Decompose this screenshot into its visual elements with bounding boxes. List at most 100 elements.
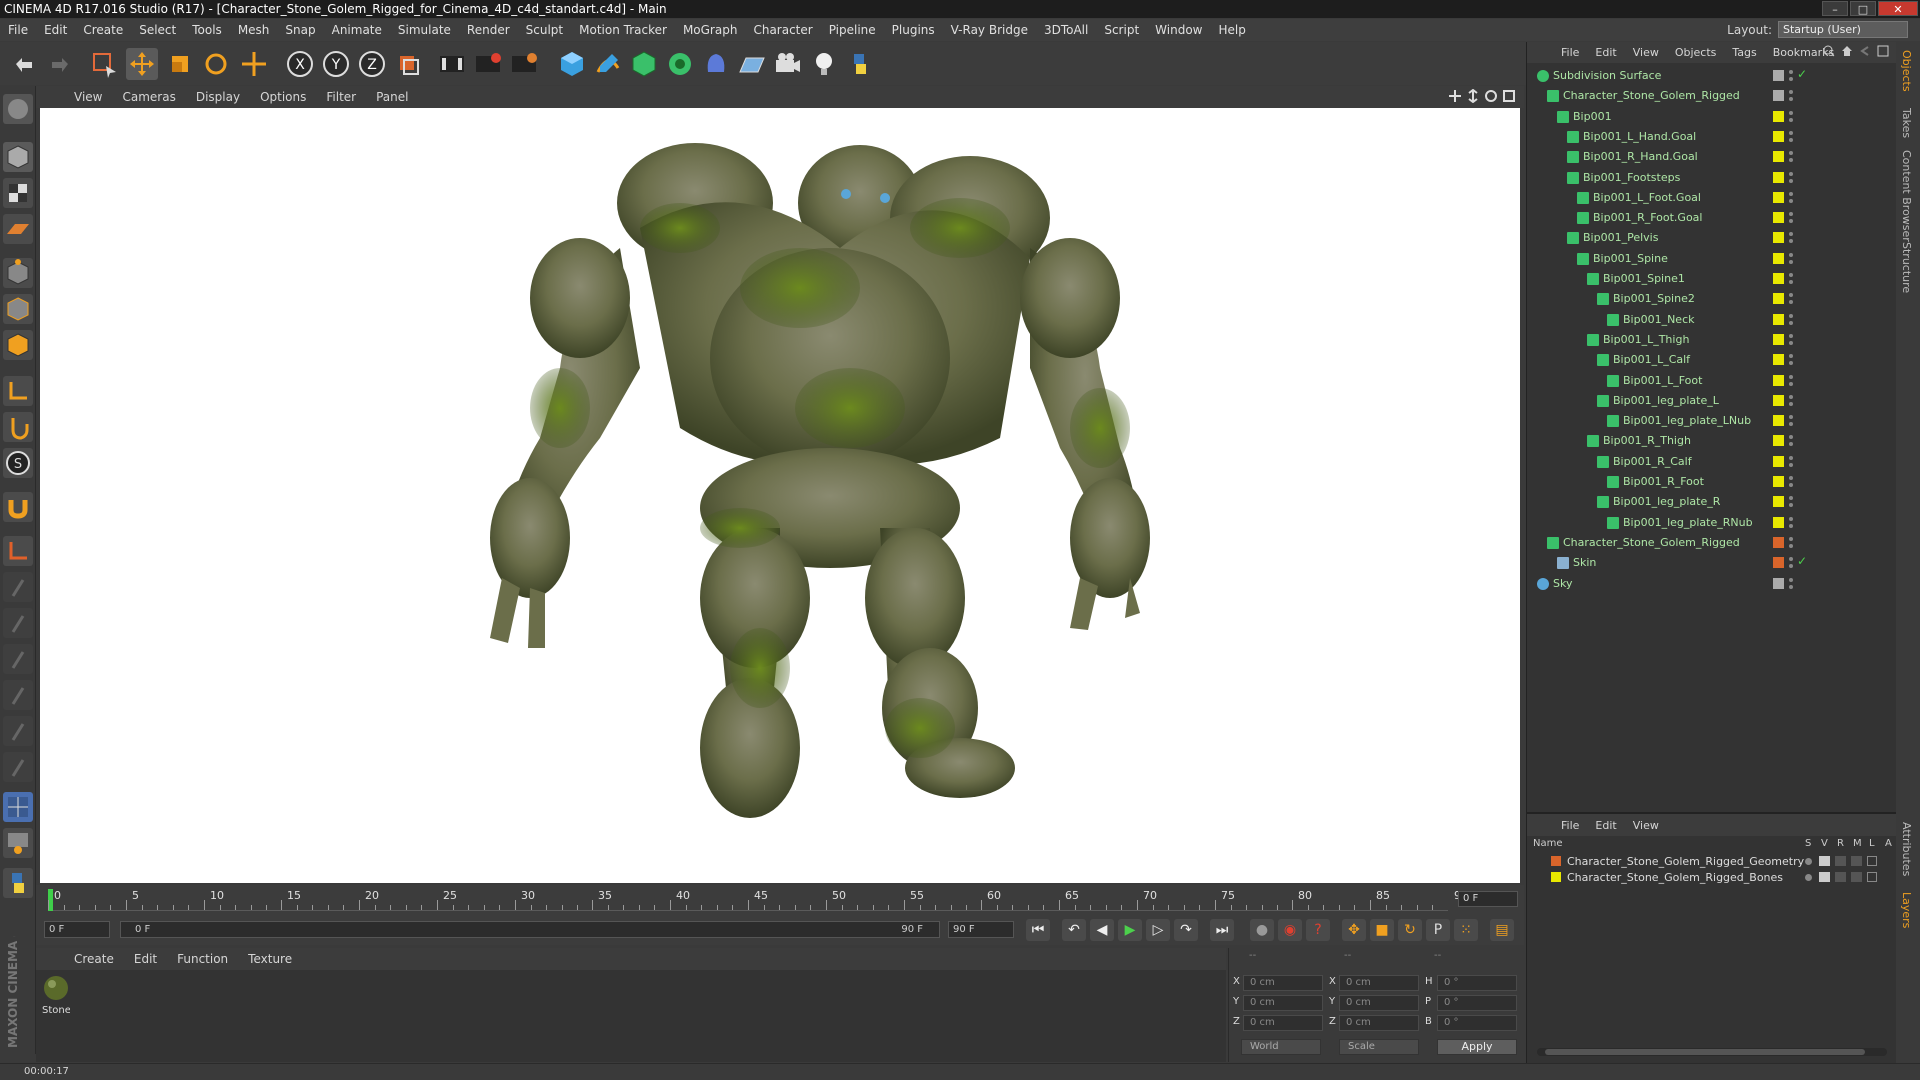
menu-edit[interactable]: Edit: [36, 19, 75, 41]
layer-color-swatch[interactable]: [1773, 212, 1784, 224]
viewport-zoom-icon[interactable]: [1466, 89, 1480, 103]
solo-toggle-icon[interactable]: [1805, 874, 1812, 881]
menu-render[interactable]: Render: [459, 19, 518, 41]
menu-file[interactable]: File: [0, 19, 36, 41]
viewport-menu-options[interactable]: Options: [250, 90, 316, 104]
move-tool-icon[interactable]: [126, 48, 158, 80]
pos-z-field[interactable]: 0 cm: [1243, 1015, 1323, 1031]
python-icon[interactable]: [844, 48, 876, 80]
rot-b-field[interactable]: 0 °: [1437, 1015, 1517, 1031]
light-icon[interactable]: [808, 48, 840, 80]
key-pla-icon[interactable]: ⁙: [1454, 919, 1478, 941]
object-row[interactable]: Bip001_R_Foot.Goal: [1527, 208, 1897, 228]
editor-visibility-dot[interactable]: [1789, 577, 1793, 582]
om-menu-view[interactable]: View: [1625, 46, 1667, 59]
editor-visibility-dot[interactable]: [1789, 435, 1793, 440]
scale-tool-icon[interactable]: [164, 48, 196, 80]
tweak-mode-icon[interactable]: [3, 412, 33, 442]
editor-visibility-dot[interactable]: [1789, 496, 1793, 501]
editor-visibility-dot[interactable]: [1789, 151, 1793, 156]
make-editable-icon[interactable]: [3, 94, 33, 124]
menu-help[interactable]: Help: [1210, 19, 1253, 41]
editor-visibility-dot[interactable]: [1789, 273, 1793, 277]
layer-color-swatch[interactable]: [1773, 171, 1784, 183]
size-z-field[interactable]: 0 cm: [1339, 1015, 1419, 1031]
menu-create[interactable]: Create: [75, 19, 131, 41]
sculpt-inflate-icon[interactable]: [3, 716, 33, 746]
menu-plugins[interactable]: Plugins: [884, 19, 943, 41]
render-visibility-dot[interactable]: [1789, 503, 1793, 508]
deformer-icon[interactable]: [700, 48, 732, 80]
go-to-start-icon[interactable]: ⏮: [1026, 919, 1050, 941]
enabled-check-icon[interactable]: ✓: [1797, 67, 1807, 81]
object-row[interactable]: Bip001_Footsteps: [1527, 168, 1897, 188]
manager-toggle-icon[interactable]: [1851, 856, 1862, 866]
material-menu-texture[interactable]: Texture: [238, 952, 302, 966]
axis-mode-icon[interactable]: [3, 376, 33, 406]
object-row[interactable]: Skin ✓: [1527, 553, 1897, 573]
viewport-maximize-icon[interactable]: [1502, 89, 1516, 103]
enabled-check-icon[interactable]: ✓: [1797, 554, 1807, 568]
timeline-window-icon[interactable]: ▤: [1490, 919, 1514, 941]
render-visibility-dot[interactable]: [1789, 564, 1793, 569]
sculpt-grab-icon[interactable]: [3, 572, 33, 602]
texture-mode-icon[interactable]: [3, 178, 33, 208]
object-row[interactable]: Bip001_L_Foot: [1527, 371, 1897, 391]
viewport-menu-view[interactable]: View: [64, 90, 112, 104]
render-visibility-dot[interactable]: [1789, 219, 1793, 224]
material-menu-create[interactable]: Create: [64, 952, 124, 966]
menu-select[interactable]: Select: [131, 19, 184, 41]
object-row[interactable]: Bip001_leg_plate_RNub: [1527, 513, 1897, 533]
viewport-menu-display[interactable]: Display: [186, 90, 250, 104]
object-row[interactable]: Bip001_L_Calf: [1527, 350, 1897, 370]
back-icon[interactable]: [1859, 45, 1871, 57]
3d-viewport[interactable]: [40, 108, 1520, 883]
new-window-icon[interactable]: [1877, 45, 1889, 57]
editor-visibility-dot[interactable]: [1789, 333, 1793, 338]
pos-y-field[interactable]: 0 cm: [1243, 995, 1323, 1011]
lock-toggle-icon[interactable]: [1867, 872, 1877, 882]
render-visibility-dot[interactable]: [1789, 97, 1793, 102]
layer-color-swatch[interactable]: [1773, 476, 1784, 487]
render-visibility-dot[interactable]: [1789, 381, 1793, 386]
visibility-toggle-icon[interactable]: [1819, 872, 1830, 882]
workplane-icon[interactable]: [3, 214, 33, 244]
menu-character[interactable]: Character: [745, 19, 820, 41]
object-row[interactable]: Subdivision Surface ✓: [1527, 66, 1897, 86]
locked-workplane-icon[interactable]: [3, 536, 33, 566]
render-visibility-dot[interactable]: [1789, 198, 1793, 203]
menu-sculpt[interactable]: Sculpt: [518, 19, 571, 41]
tab-takes[interactable]: Takes: [1900, 108, 1913, 138]
floor-icon[interactable]: [736, 48, 768, 80]
layer-color-swatch[interactable]: [1773, 577, 1784, 589]
tab-structure[interactable]: Structure: [1900, 242, 1913, 293]
layer-color-swatch[interactable]: [1773, 273, 1784, 284]
object-row[interactable]: Bip001_leg_plate_R: [1527, 492, 1897, 512]
object-row[interactable]: Bip001_leg_plate_LNub: [1527, 411, 1897, 431]
render-visibility-dot[interactable]: [1789, 483, 1793, 487]
editor-visibility-dot[interactable]: [1789, 212, 1793, 217]
lock-toggle-icon[interactable]: [1867, 856, 1877, 866]
layer-color-swatch[interactable]: [1773, 313, 1784, 325]
lm-menu-view[interactable]: View: [1625, 819, 1667, 832]
magnet-icon[interactable]: [3, 492, 33, 522]
object-row[interactable]: Character_Stone_Golem_Rigged: [1527, 533, 1897, 553]
coordinate-mode-select[interactable]: World: [1241, 1039, 1321, 1055]
record-keys-icon[interactable]: ●: [1250, 919, 1274, 941]
layer-color-swatch[interactable]: [1773, 354, 1784, 366]
render-visibility-dot[interactable]: [1789, 259, 1793, 264]
next-key-icon[interactable]: ↷: [1174, 919, 1198, 941]
timeline-ruler[interactable]: 051015202530354045505560657075808590: [48, 889, 1468, 911]
material-menu-edit[interactable]: Edit: [124, 952, 167, 966]
sculpt-pull-icon[interactable]: [3, 608, 33, 638]
sculpt-knife-icon[interactable]: [3, 752, 33, 782]
editor-visibility-dot[interactable]: [1789, 232, 1793, 237]
layer-color-swatch[interactable]: [1773, 252, 1784, 264]
editor-visibility-dot[interactable]: [1789, 394, 1793, 399]
editor-visibility-dot[interactable]: [1789, 70, 1793, 74]
render-visibility-dot[interactable]: [1789, 543, 1793, 548]
render-visibility-dot[interactable]: [1789, 462, 1793, 467]
manager-toggle-icon[interactable]: [1851, 872, 1862, 882]
menu-mograph[interactable]: MoGraph: [675, 19, 746, 41]
viewport-menu-cameras[interactable]: Cameras: [112, 90, 185, 104]
